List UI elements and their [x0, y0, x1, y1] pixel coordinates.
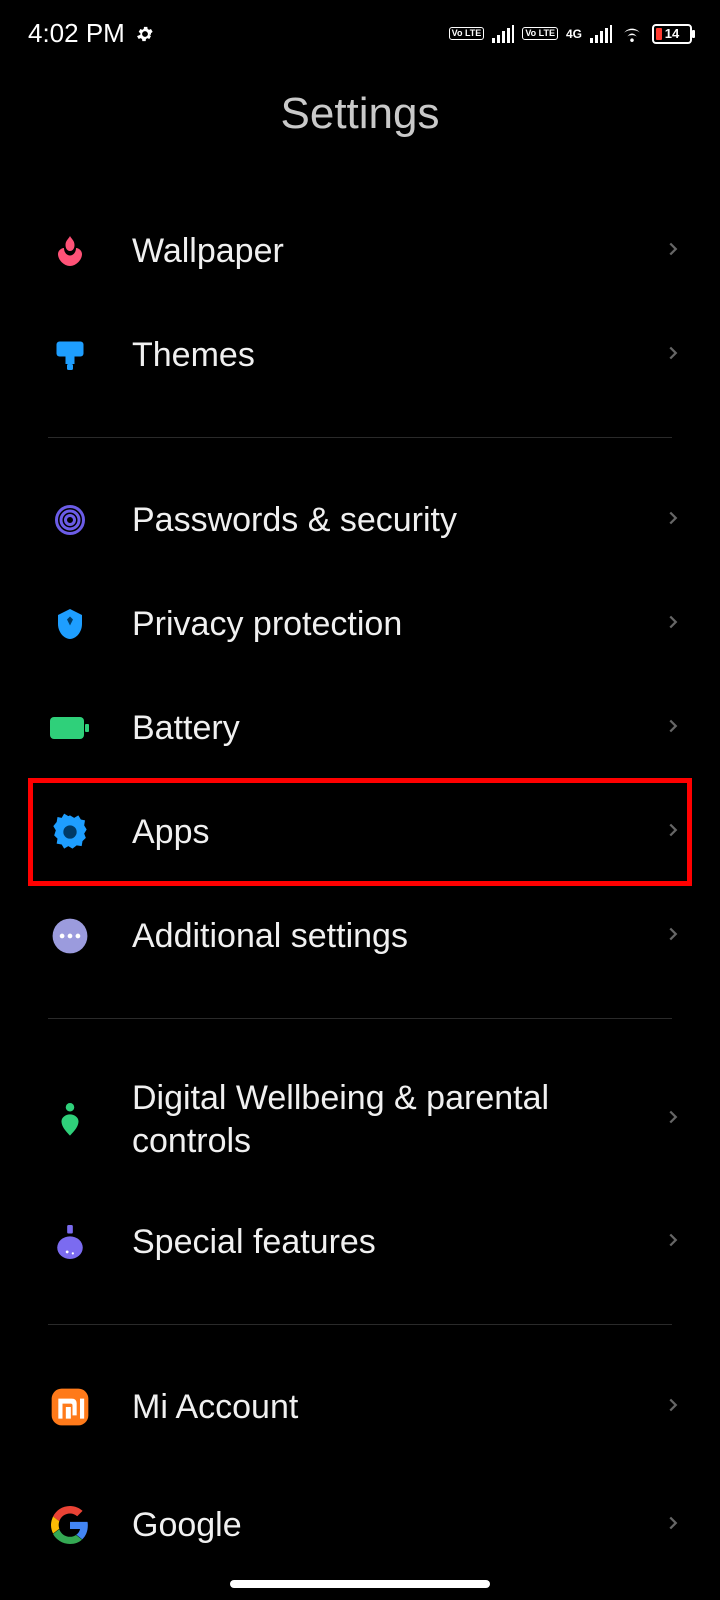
- divider: [48, 437, 672, 438]
- chevron-right-icon: [662, 238, 684, 265]
- battery-status-icon: 14: [652, 24, 692, 44]
- settings-item-label: Passwords & security: [132, 499, 662, 542]
- chevron-right-icon: [662, 715, 684, 742]
- settings-item-passwords[interactable]: Passwords & security: [0, 468, 720, 572]
- settings-item-privacy[interactable]: Privacy protection: [0, 572, 720, 676]
- settings-item-additional[interactable]: Additional settings: [0, 884, 720, 988]
- settings-list: Wallpaper Themes Passwords & security Pr…: [0, 199, 720, 1563]
- settings-item-label: Google: [132, 1504, 662, 1547]
- settings-item-label: Privacy protection: [132, 603, 662, 646]
- google-logo-icon: [48, 1503, 92, 1547]
- settings-item-label: Digital Wellbeing & parental controls: [132, 1077, 662, 1162]
- fingerprint-icon: [48, 498, 92, 542]
- shield-icon: [48, 602, 92, 646]
- settings-item-label: Themes: [132, 334, 662, 377]
- more-icon: [48, 914, 92, 958]
- settings-item-wallpaper[interactable]: Wallpaper: [0, 199, 720, 303]
- mi-logo-icon: [48, 1385, 92, 1429]
- chevron-right-icon: [662, 819, 684, 846]
- wifi-icon: [620, 24, 644, 44]
- settings-item-battery[interactable]: Battery: [0, 676, 720, 780]
- home-indicator[interactable]: [230, 1580, 490, 1588]
- chevron-right-icon: [662, 923, 684, 950]
- settings-item-special[interactable]: Special features: [0, 1190, 720, 1294]
- flask-icon: [48, 1220, 92, 1264]
- volte-icon-1: Vo LTE: [449, 27, 485, 40]
- divider: [48, 1324, 672, 1325]
- chevron-right-icon: [662, 1106, 684, 1133]
- settings-item-label: Additional settings: [132, 915, 662, 958]
- settings-item-wellbeing[interactable]: Digital Wellbeing & parental controls: [0, 1049, 720, 1190]
- status-bar: 4:02 PM Vo LTE Vo LTE 4G 14: [0, 0, 720, 59]
- settings-status-icon: [135, 24, 155, 44]
- volte-icon-2: Vo LTE: [522, 27, 558, 40]
- chevron-right-icon: [662, 507, 684, 534]
- settings-item-label: Apps: [132, 811, 662, 854]
- person-heart-icon: [48, 1098, 92, 1142]
- settings-item-label: Special features: [132, 1221, 662, 1264]
- settings-item-themes[interactable]: Themes: [0, 303, 720, 407]
- paintbrush-icon: [48, 333, 92, 377]
- battery-level-text: 14: [665, 26, 679, 41]
- network-4g-label: 4G: [566, 27, 582, 41]
- chevron-right-icon: [662, 342, 684, 369]
- chevron-right-icon: [662, 1229, 684, 1256]
- settings-item-apps[interactable]: Apps: [0, 780, 720, 884]
- chevron-right-icon: [662, 1512, 684, 1539]
- tulip-icon: [48, 229, 92, 273]
- divider: [48, 1018, 672, 1019]
- chevron-right-icon: [662, 1394, 684, 1421]
- settings-item-google[interactable]: Google: [0, 1459, 720, 1563]
- status-time: 4:02 PM: [28, 18, 125, 49]
- settings-item-label: Mi Account: [132, 1386, 662, 1429]
- signal-icon-1: [492, 25, 514, 43]
- settings-item-miaccount[interactable]: Mi Account: [0, 1355, 720, 1459]
- page-header: Settings: [0, 59, 720, 199]
- gear-icon: [48, 810, 92, 854]
- settings-item-label: Wallpaper: [132, 230, 662, 273]
- signal-icon-2: [590, 25, 612, 43]
- chevron-right-icon: [662, 611, 684, 638]
- settings-item-label: Battery: [132, 707, 662, 750]
- page-title: Settings: [0, 89, 720, 139]
- battery-icon: [48, 706, 92, 750]
